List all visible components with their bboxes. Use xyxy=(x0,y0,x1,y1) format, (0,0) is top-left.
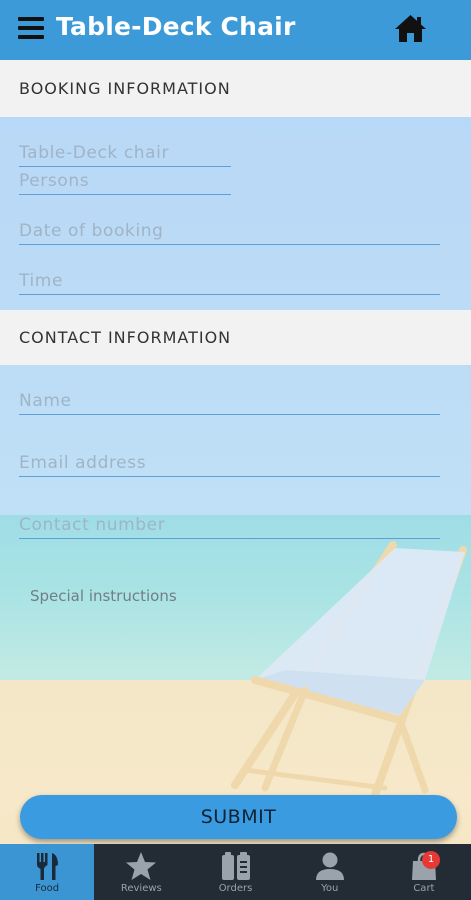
nav-label-food: Food xyxy=(35,883,60,894)
special-instructions-input[interactable] xyxy=(30,584,451,608)
contact-number-input[interactable] xyxy=(19,512,440,539)
time-input[interactable] xyxy=(19,268,440,295)
nav-item-reviews[interactable]: Reviews xyxy=(94,844,188,900)
nav-label-cart: Cart xyxy=(413,883,435,894)
deck-chair-illustration xyxy=(231,541,467,799)
nav-item-you[interactable]: You xyxy=(283,844,377,900)
date-of-booking-input[interactable] xyxy=(19,218,440,245)
nav-item-orders[interactable]: Orders xyxy=(188,844,282,900)
fork-knife-icon xyxy=(37,853,59,880)
nav-label-orders: Orders xyxy=(218,883,253,894)
contact-information-header: CONTACT INFORMATION xyxy=(0,310,471,365)
submit-button[interactable]: SUBMIT xyxy=(20,795,457,839)
nav-item-food[interactable]: Food xyxy=(0,844,95,900)
name-input[interactable] xyxy=(19,388,440,415)
cart-count-badge: 1 xyxy=(422,851,440,869)
nav-label-reviews: Reviews xyxy=(120,883,162,894)
table-deck-chair-input[interactable] xyxy=(19,140,231,167)
hamburger-menu-icon[interactable] xyxy=(18,17,44,39)
home-icon[interactable] xyxy=(394,14,427,43)
page-title: Table-Deck Chair xyxy=(56,12,296,41)
nav-label-you: You xyxy=(321,883,339,894)
app-header: Table-Deck Chair xyxy=(0,0,471,60)
bottom-navigation: Food Reviews Orders You Cart xyxy=(0,844,471,900)
persons-input[interactable] xyxy=(19,168,231,195)
orders-icon xyxy=(221,852,250,880)
star-icon xyxy=(126,852,157,880)
user-icon xyxy=(315,852,344,880)
email-address-input[interactable] xyxy=(19,450,440,477)
booking-information-header: BOOKING INFORMATION xyxy=(0,60,471,117)
